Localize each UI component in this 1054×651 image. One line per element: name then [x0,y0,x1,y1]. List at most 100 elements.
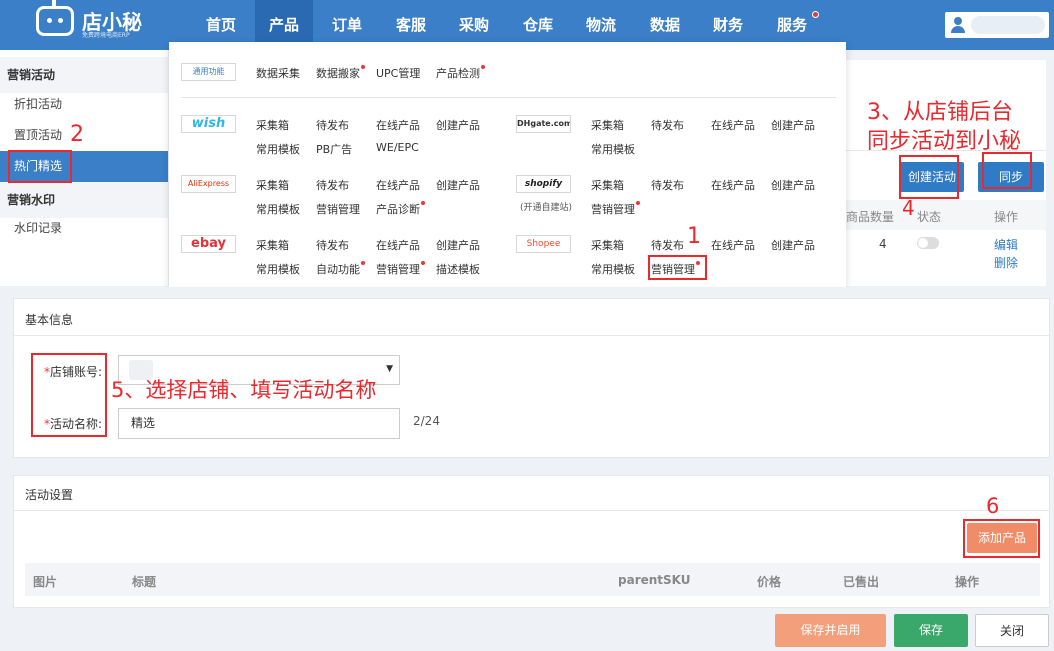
shopee-pending[interactable]: 待发布 [651,237,684,253]
general-functions-logo: 通用功能 [181,63,236,81]
ebay-online-products[interactable]: 在线产品 [376,237,420,253]
th-parent-sku: parentSKU [618,573,691,587]
ali-diagnosis-label: 产品诊断 [376,203,420,216]
user-menu[interactable] [945,12,1049,38]
ali-pending[interactable]: 待发布 [316,177,349,193]
th-image: 图片 [33,575,58,589]
ebay-marketing[interactable]: 营销管理 [376,261,425,277]
robot-logo-icon [36,6,74,36]
shopee-create-product[interactable]: 创建产品 [771,237,815,253]
status-toggle[interactable] [917,237,939,249]
new-dot-icon [636,201,640,205]
ebay-automation[interactable]: 自动功能 [316,261,365,277]
ebay-collection-box[interactable]: 采集箱 [256,237,289,253]
wish-online-products[interactable]: 在线产品 [376,117,420,133]
ali-marketing[interactable]: 营销管理 [316,201,360,217]
dhgate-online-products[interactable]: 在线产品 [711,117,755,133]
ebay-automation-label: 自动功能 [316,263,360,276]
sidebar-item-pin[interactable]: 置顶活动 [0,120,168,151]
ali-collection-box[interactable]: 采集箱 [256,177,289,193]
annotation-step-1: 1 [687,224,701,249]
sidebar-item-discount[interactable]: 折扣活动 [0,89,168,120]
annotation-step-6: 6 [986,494,1000,518]
annotation-step-3-line1: 3、从店铺后台 [867,100,1013,125]
activity-name-input[interactable]: 精选 [118,408,400,439]
ali-diagnosis[interactable]: 产品诊断 [376,201,425,217]
activity-settings-divider [14,510,1049,511]
dhgate-collection-box[interactable]: 采集箱 [591,117,624,133]
wish-logo: wish [181,115,236,133]
sidebar-item-watermark-records[interactable]: 水印记录 [0,213,168,244]
activity-settings-title: 活动设置 [25,488,74,502]
ali-templates[interactable]: 常用模板 [256,201,300,217]
wish-collection-box[interactable]: 采集箱 [256,117,289,133]
shopify-pending[interactable]: 待发布 [651,177,684,193]
save-and-enable-button[interactable]: 保存并启用 [775,614,886,647]
wish-we-epc[interactable]: WE/EPC [376,141,419,154]
annotation-step-3-line2: 同步活动到小秘 [867,129,1022,154]
wish-pb-ads[interactable]: PB广告 [316,141,352,157]
th-title: 标题 [132,575,157,589]
logo-subtitle: 免费跨境电商ERP [82,32,130,39]
product-table-header [25,563,1040,596]
wish-pending[interactable]: 待发布 [316,117,349,133]
new-dot-icon [421,201,425,205]
col-product-count: 商品数量 [846,210,895,224]
menu-product-check[interactable]: 产品检测 [436,65,485,81]
annotation-step-2: 2 [70,122,84,147]
shopee-collection-box[interactable]: 采集箱 [591,237,624,253]
col-status: 状态 [917,210,942,224]
annotation-step-4: 4 [902,196,915,220]
new-dot-icon [361,65,365,69]
delete-link[interactable]: 删除 [994,254,1018,271]
annotation-box-shopee-marketing [648,255,707,280]
user-icon [951,17,965,33]
dhgate-create-product[interactable]: 创建产品 [771,117,815,133]
wish-templates[interactable]: 常用模板 [256,141,300,157]
new-dot-icon [361,261,365,265]
username-blurred [971,16,1045,34]
col-actions: 操作 [994,210,1019,224]
new-dot-icon [421,261,425,265]
shopee-templates[interactable]: 常用模板 [591,261,635,277]
annotation-box-add-product [963,519,1040,558]
annotation-box-form-labels [31,353,107,437]
menu-product-check-label: 产品检测 [436,67,480,80]
annotation-box-create [899,155,959,199]
dhgate-logo: DHgate.com [516,115,571,133]
shopify-create-product[interactable]: 创建产品 [771,177,815,193]
menu-data-migration-label: 数据搬家 [316,67,360,80]
shopify-online-products[interactable]: 在线产品 [711,177,755,193]
shopify-logo: shopify [516,175,571,193]
shopify-marketing-label: 营销管理 [591,203,635,216]
shopify-marketing[interactable]: 营销管理 [591,201,640,217]
ebay-marketing-label: 营销管理 [376,263,420,276]
ali-online-products[interactable]: 在线产品 [376,177,420,193]
sidebar-section-marketing: 营销活动 [0,57,168,93]
shopee-online-products[interactable]: 在线产品 [711,237,755,253]
ali-create-product[interactable]: 创建产品 [436,177,480,193]
menu-data-collection[interactable]: 数据采集 [256,65,300,81]
save-button[interactable]: 保存 [894,614,968,647]
ebay-logo: ebay [181,235,236,253]
new-dot-icon [481,65,485,69]
shopee-logo: Shopee [516,235,571,253]
ebay-description-templates[interactable]: 描述模板 [436,261,480,277]
edit-link[interactable]: 编辑 [994,236,1018,253]
ebay-create-product[interactable]: 创建产品 [436,237,480,253]
logo[interactable]: 店小秘 免费跨境电商ERP [36,0,146,40]
ebay-pending[interactable]: 待发布 [316,237,349,253]
dhgate-pending[interactable]: 待发布 [651,117,684,133]
services-notification-dot [812,11,819,18]
menu-data-migration[interactable]: 数据搬家 [316,65,365,81]
th-sold: 已售出 [843,575,880,589]
wish-create-product[interactable]: 创建产品 [436,117,480,133]
close-button[interactable]: 关闭 [975,614,1049,647]
dhgate-templates[interactable]: 常用模板 [591,141,635,157]
ebay-templates[interactable]: 常用模板 [256,261,300,277]
shopify-collection-box[interactable]: 采集箱 [591,177,624,193]
th-actions: 操作 [955,575,980,589]
screenshot-separator [0,287,1054,297]
aliexpress-logo: AliExpress [181,175,236,193]
menu-upc-management[interactable]: UPC管理 [376,65,420,81]
